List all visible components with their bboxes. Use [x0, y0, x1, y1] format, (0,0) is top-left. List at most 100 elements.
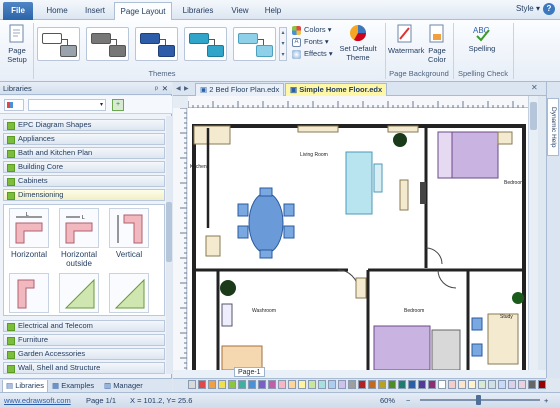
shape-tile-row2-2[interactable] — [59, 273, 99, 313]
color-swatch[interactable] — [298, 380, 306, 389]
colors-menu[interactable]: Colors ▾ — [292, 24, 338, 36]
color-swatch[interactable] — [458, 380, 466, 389]
theme-thumb-3[interactable] — [135, 27, 178, 61]
color-swatch[interactable] — [338, 380, 346, 389]
category-epc-diagram-shapes[interactable]: EPC Diagram Shapes — [3, 119, 165, 131]
effects-menu[interactable]: Effects ▾ — [292, 48, 338, 60]
panel-tab-manager[interactable]: ▥ Manager — [104, 380, 143, 392]
theme-thumb-4[interactable] — [184, 27, 227, 61]
color-swatch[interactable] — [488, 380, 496, 389]
close-icon[interactable]: ✕ — [162, 82, 168, 95]
color-swatch[interactable] — [198, 380, 206, 389]
theme-thumb-5[interactable] — [233, 27, 276, 61]
color-swatch[interactable] — [388, 380, 396, 389]
color-swatch[interactable] — [418, 380, 426, 389]
watermark-button[interactable]: Watermark — [388, 24, 424, 55]
color-swatch[interactable] — [438, 380, 446, 389]
tab-help[interactable]: Help — [258, 2, 288, 20]
library-search-input[interactable]: ▾ — [28, 99, 106, 111]
doc-tab-2-bed-floor-plan[interactable]: ▣ 2 Bed Floor Plan.edx — [195, 83, 285, 96]
zoom-slider-thumb[interactable] — [476, 395, 481, 405]
category-electrical-and-telecom[interactable]: Electrical and Telecom — [3, 320, 165, 332]
add-library-icon[interactable]: + — [112, 99, 124, 111]
panel-tab-examples[interactable]: ▦ Examples — [52, 380, 94, 392]
color-swatch[interactable] — [318, 380, 326, 389]
tab-scroll-left-icon[interactable]: ◀ — [176, 85, 181, 92]
color-swatch[interactable] — [268, 380, 276, 389]
color-swatch[interactable] — [238, 380, 246, 389]
category-bath-and-kitchen-plan[interactable]: Bath and Kitchen Plan — [3, 147, 165, 159]
tab-scroll-right-icon[interactable]: ▶ — [184, 85, 189, 92]
tab-view[interactable]: View — [226, 2, 254, 20]
color-swatch[interactable] — [278, 380, 286, 389]
style-menu[interactable]: Style ▾ — [516, 4, 540, 13]
pin-icon[interactable]: ᵖ — [155, 82, 158, 95]
website-link[interactable]: www.edrawsoft.com — [4, 396, 71, 406]
page-setup-button[interactable]: Page Setup — [4, 24, 30, 64]
category-garden-accessories[interactable]: Garden Accessories — [3, 348, 165, 360]
horizontal-ruler[interactable] — [187, 96, 528, 108]
color-swatch[interactable] — [468, 380, 476, 389]
spelling-button[interactable]: ABC Spelling — [464, 24, 500, 53]
color-swatch[interactable] — [528, 380, 536, 389]
color-swatch[interactable] — [498, 380, 506, 389]
libraries-scroll-thumb[interactable] — [166, 202, 172, 262]
color-swatch[interactable] — [228, 380, 236, 389]
tab-insert[interactable]: Insert — [78, 2, 112, 20]
color-swatch[interactable] — [398, 380, 406, 389]
category-building-core[interactable]: Building Core — [3, 161, 165, 173]
scroll-thumb[interactable] — [530, 102, 537, 130]
color-swatch[interactable] — [368, 380, 376, 389]
color-swatch[interactable] — [218, 380, 226, 389]
color-swatch[interactable] — [378, 380, 386, 389]
page-color-button[interactable]: Page Color — [424, 24, 450, 64]
color-swatch[interactable] — [448, 380, 456, 389]
color-swatch[interactable] — [518, 380, 526, 389]
color-swatch[interactable] — [358, 380, 366, 389]
color-swatch[interactable] — [508, 380, 516, 389]
color-swatch[interactable] — [308, 380, 316, 389]
help-icon[interactable]: ? — [543, 3, 555, 15]
color-swatch[interactable] — [538, 380, 546, 389]
tab-libraries[interactable]: Libraries — [176, 2, 220, 20]
color-swatch[interactable] — [428, 380, 436, 389]
tab-home[interactable]: Home — [40, 2, 74, 20]
vertical-ruler[interactable] — [173, 107, 187, 370]
vertical-scrollbar[interactable] — [528, 96, 538, 370]
shape-tile-row2-1[interactable] — [9, 273, 49, 313]
theme-gallery-scroll[interactable]: ▴ ▾ ▾ — [279, 27, 287, 61]
shape-tile-row2-3[interactable] — [109, 273, 149, 313]
shape-vertical[interactable] — [109, 208, 149, 248]
dynamic-help-tab[interactable]: Dynamic Help — [547, 98, 559, 156]
color-swatch[interactable] — [208, 380, 216, 389]
color-swatch[interactable] — [248, 380, 256, 389]
color-swatch[interactable] — [258, 380, 266, 389]
category-appliances[interactable]: Appliances — [3, 133, 165, 145]
color-swatch[interactable] — [408, 380, 416, 389]
drawing-canvas[interactable]: Kitchen Living Room Bedroom Washroom Bed… — [188, 108, 528, 370]
tab-file[interactable]: File — [3, 2, 33, 20]
zoom-out-icon[interactable]: − — [406, 396, 410, 406]
doc-tab-simple-home-floor[interactable]: ▣ Simple Home Floor.edx — [285, 83, 388, 96]
tab-page-layout[interactable]: Page Layout — [114, 2, 172, 20]
color-swatch[interactable] — [348, 380, 356, 389]
library-view-dropdown[interactable] — [4, 99, 24, 111]
theme-thumb-1[interactable] — [37, 27, 80, 61]
theme-thumb-2[interactable] — [86, 27, 129, 61]
category-cabinets[interactable]: Cabinets — [3, 175, 165, 187]
color-swatch[interactable] — [328, 380, 336, 389]
color-swatch[interactable] — [188, 380, 196, 389]
color-swatch[interactable] — [288, 380, 296, 389]
category-furniture[interactable]: Furniture — [3, 334, 165, 346]
category-dimensioning[interactable]: Dimensioning — [3, 189, 165, 201]
category-wall-shell-and-structure[interactable]: Wall, Shell and Structure — [3, 362, 165, 374]
page-tab[interactable]: Page-1 — [234, 367, 265, 377]
cabinet — [355, 277, 367, 299]
zoom-in-icon[interactable]: + — [544, 396, 548, 406]
color-swatch[interactable] — [478, 380, 486, 389]
shape-horizontal-outside[interactable]: L — [59, 208, 99, 248]
shape-horizontal[interactable]: L — [9, 208, 49, 248]
fonts-menu[interactable]: A Fonts ▾ — [292, 36, 338, 48]
close-document-icon[interactable]: ✕ — [531, 83, 538, 92]
set-default-theme-button[interactable]: Set Default Theme — [337, 24, 379, 62]
